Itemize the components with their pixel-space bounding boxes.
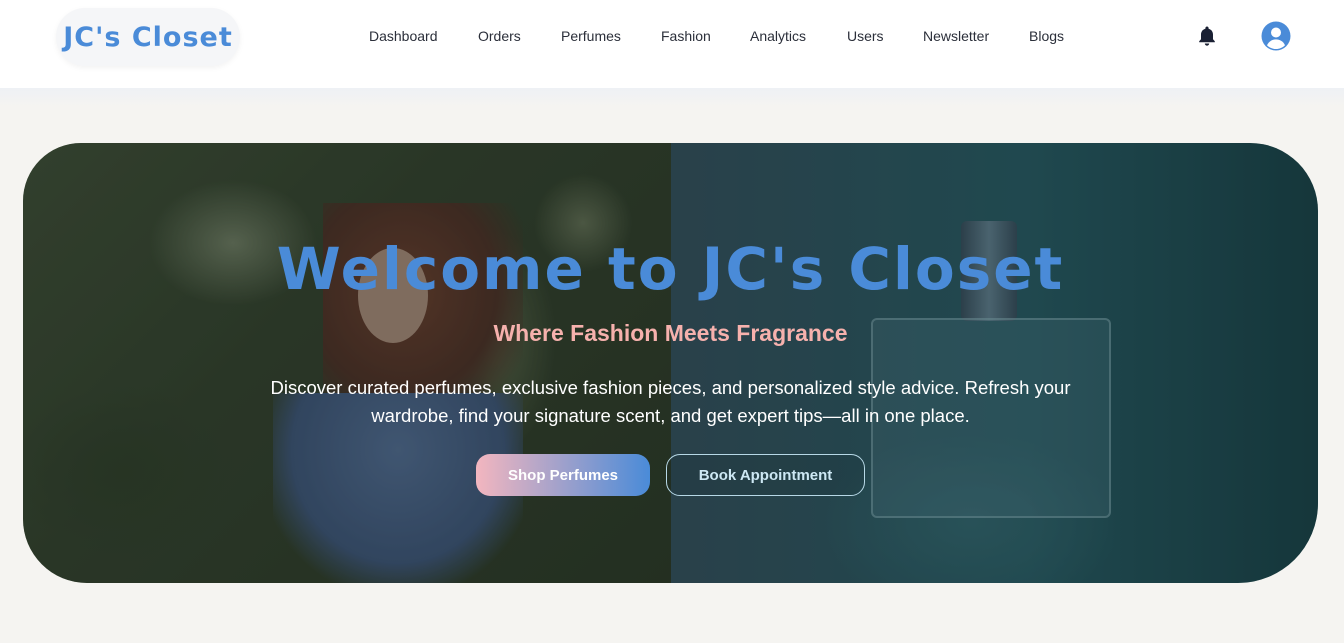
nav-link-blogs[interactable]: Blogs [1029,27,1064,45]
brand-logo[interactable]: JC's Closet [56,8,240,66]
hero-subtitle: Where Fashion Meets Fragrance [493,320,848,346]
hero-description: Discover curated perfumes, exclusive fas… [270,377,1071,426]
nav-link-analytics[interactable]: Analytics [750,27,806,45]
hero-banner: Welcome to JC's Closet Where Fashion Mee… [23,143,1318,583]
book-appointment-button[interactable]: Book Appointment [666,454,865,496]
navbar-shadow-strip [0,88,1344,106]
shop-perfumes-button[interactable]: Shop Perfumes [476,454,650,496]
nav-link-dashboard[interactable]: Dashboard [369,27,438,45]
nav-link-newsletter[interactable]: Newsletter [923,27,989,45]
nav-link-users[interactable]: Users [847,27,884,45]
hero-title: Welcome to JC's Closet [276,235,1065,303]
nav-link-orders[interactable]: Orders [478,27,521,45]
top-navbar: JC's Closet Dashboard Orders Perfumes Fa… [0,0,1344,88]
bell-icon[interactable] [1197,25,1217,47]
user-avatar-icon[interactable] [1261,21,1291,51]
hero-overlay [23,143,1318,583]
nav-link-perfumes[interactable]: Perfumes [561,27,621,45]
nav-link-fashion[interactable]: Fashion [661,27,711,45]
